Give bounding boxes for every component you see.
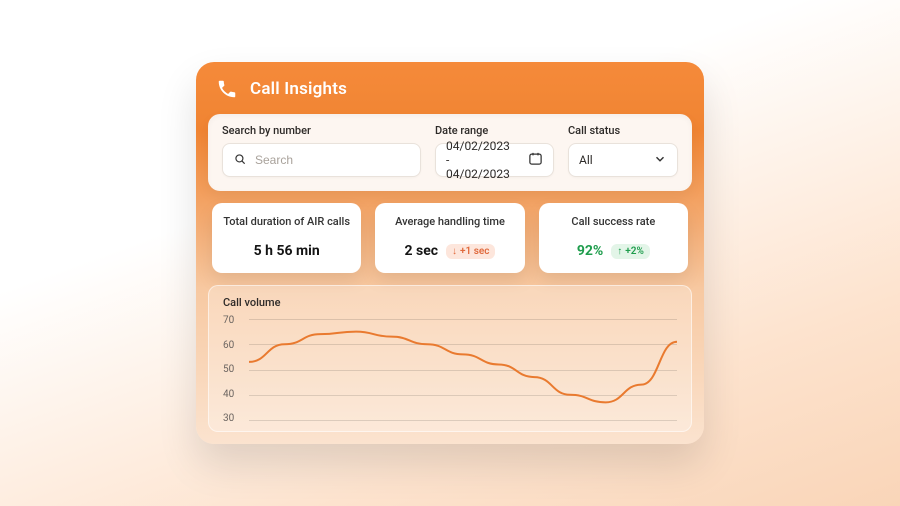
avg-handling-value: 2 sec xyxy=(404,243,438,259)
y-tick: 60 xyxy=(223,340,245,351)
content-area: Search by number Date range 04/02/2023 -… xyxy=(208,114,692,432)
titlebar: Call Insights xyxy=(196,62,704,112)
success-rate-value-wrap: 92% ↑ +2% xyxy=(577,243,650,259)
success-rate-delta-text: +2% xyxy=(625,246,644,257)
date-range-field[interactable]: 04/02/2023 - 04/02/2023 xyxy=(435,143,554,177)
search-filter: Search by number xyxy=(222,124,421,177)
call-volume-chart: Call volume 70 60 50 40 30 xyxy=(208,285,692,432)
phone-icon xyxy=(214,76,240,102)
avg-handling-value-wrap: 2 sec ↓ +1 sec xyxy=(404,243,495,259)
search-input[interactable] xyxy=(255,153,410,167)
date-range-filter: Date range 04/02/2023 - 04/02/2023 xyxy=(435,124,554,177)
avg-handling-delta-text: +1 sec xyxy=(460,246,489,257)
call-status-label: Call status xyxy=(568,124,678,137)
chart-plot-area xyxy=(249,319,677,420)
success-rate-value: 92% xyxy=(577,243,603,259)
search-label: Search by number xyxy=(222,124,421,137)
total-duration-card: Total duration of AIR calls 5 h 56 min xyxy=(212,203,361,273)
avg-handling-title: Average handling time xyxy=(385,215,514,228)
filters-row: Search by number Date range 04/02/2023 -… xyxy=(208,114,692,191)
total-duration-value: 5 h 56 min xyxy=(254,243,320,259)
y-tick: 70 xyxy=(223,315,245,326)
call-insights-panel: Call Insights Search by number Date rang… xyxy=(196,62,704,444)
chart-line xyxy=(249,319,677,420)
call-status-value: All xyxy=(579,153,593,167)
chart-gridline xyxy=(249,420,677,421)
avg-handling-delta: ↓ +1 sec xyxy=(446,244,495,259)
date-range-label: Date range xyxy=(435,124,554,137)
date-range-value: 04/02/2023 - 04/02/2023 xyxy=(446,139,512,181)
chart-body: 70 60 50 40 30 xyxy=(223,315,677,424)
success-rate-title: Call success rate xyxy=(549,215,678,228)
chart-title: Call volume xyxy=(223,296,677,309)
stats-row: Total duration of AIR calls 5 h 56 min A… xyxy=(208,203,692,273)
success-rate-delta: ↑ +2% xyxy=(611,244,650,259)
arrow-down-icon: ↓ xyxy=(452,246,457,257)
y-tick: 50 xyxy=(223,364,245,375)
avg-handling-card: Average handling time 2 sec ↓ +1 sec xyxy=(375,203,524,273)
calendar-icon xyxy=(528,151,543,169)
y-tick: 40 xyxy=(223,389,245,400)
arrow-up-icon: ↑ xyxy=(617,246,622,257)
chart-y-axis: 70 60 50 40 30 xyxy=(223,315,245,424)
call-status-filter: Call status All xyxy=(568,124,678,177)
success-rate-card: Call success rate 92% ↑ +2% xyxy=(539,203,688,273)
y-tick: 30 xyxy=(223,413,245,424)
total-duration-title: Total duration of AIR calls xyxy=(222,215,351,228)
page-title: Call Insights xyxy=(250,79,347,99)
chevron-down-icon xyxy=(653,152,667,169)
search-field[interactable] xyxy=(222,143,421,177)
search-icon xyxy=(233,152,247,169)
call-status-field[interactable]: All xyxy=(568,143,678,177)
